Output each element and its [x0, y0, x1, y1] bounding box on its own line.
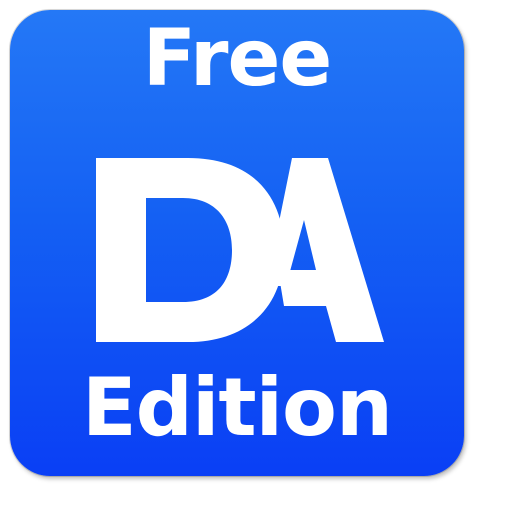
app-icon[interactable]: Free DA Edition: [10, 10, 464, 476]
free-label: Free: [142, 14, 333, 104]
letter-a-shape: [266, 158, 384, 342]
da-logo-icon: DA: [96, 158, 384, 342]
letter-d-shape: [96, 158, 284, 342]
screen: Free DA Edition: [0, 0, 512, 512]
edition-label: Edition: [82, 361, 393, 454]
